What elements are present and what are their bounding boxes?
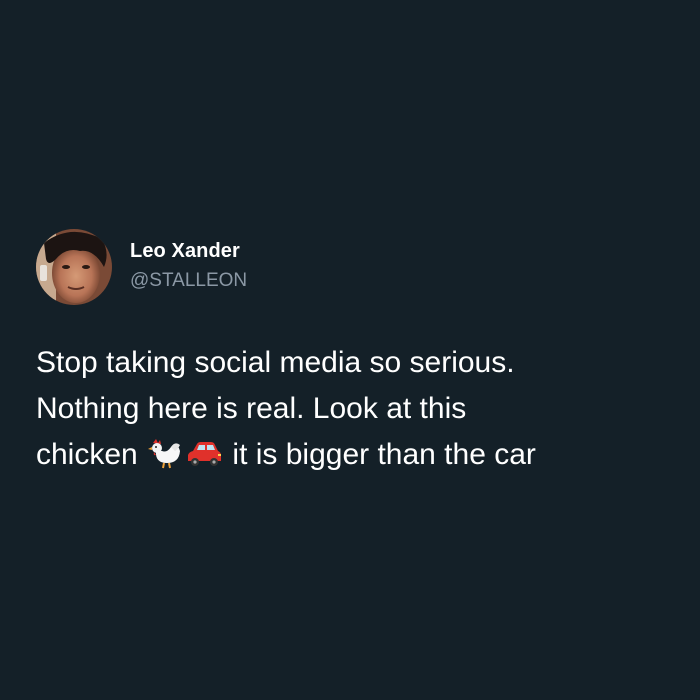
tweet-text-bigger-than-car: it is bigger than the car: [224, 438, 536, 471]
tweet-text-line-3: chicken it is bigger than the car: [36, 432, 666, 483]
tweet-text-line-2: Nothing here is real. Look at this: [36, 392, 467, 425]
tweet-text-chicken: chicken: [36, 438, 147, 471]
tweet-text-line-1: Stop taking social media so serious.: [36, 346, 515, 379]
author-display-name[interactable]: Leo Xander: [130, 239, 247, 263]
avatar-photo: [36, 229, 112, 305]
tweet-body: Stop taking social media so serious. Not…: [36, 340, 666, 483]
tweet-card: Leo Xander @STALLEON Stop taking social …: [36, 229, 666, 483]
rooster-emoji: [147, 437, 183, 483]
avatar[interactable]: [36, 229, 112, 305]
author-names: Leo Xander @STALLEON: [130, 239, 247, 293]
tweet-header: Leo Xander @STALLEON: [36, 229, 666, 305]
car-emoji: [185, 437, 223, 483]
author-handle[interactable]: @STALLEON: [130, 269, 247, 293]
